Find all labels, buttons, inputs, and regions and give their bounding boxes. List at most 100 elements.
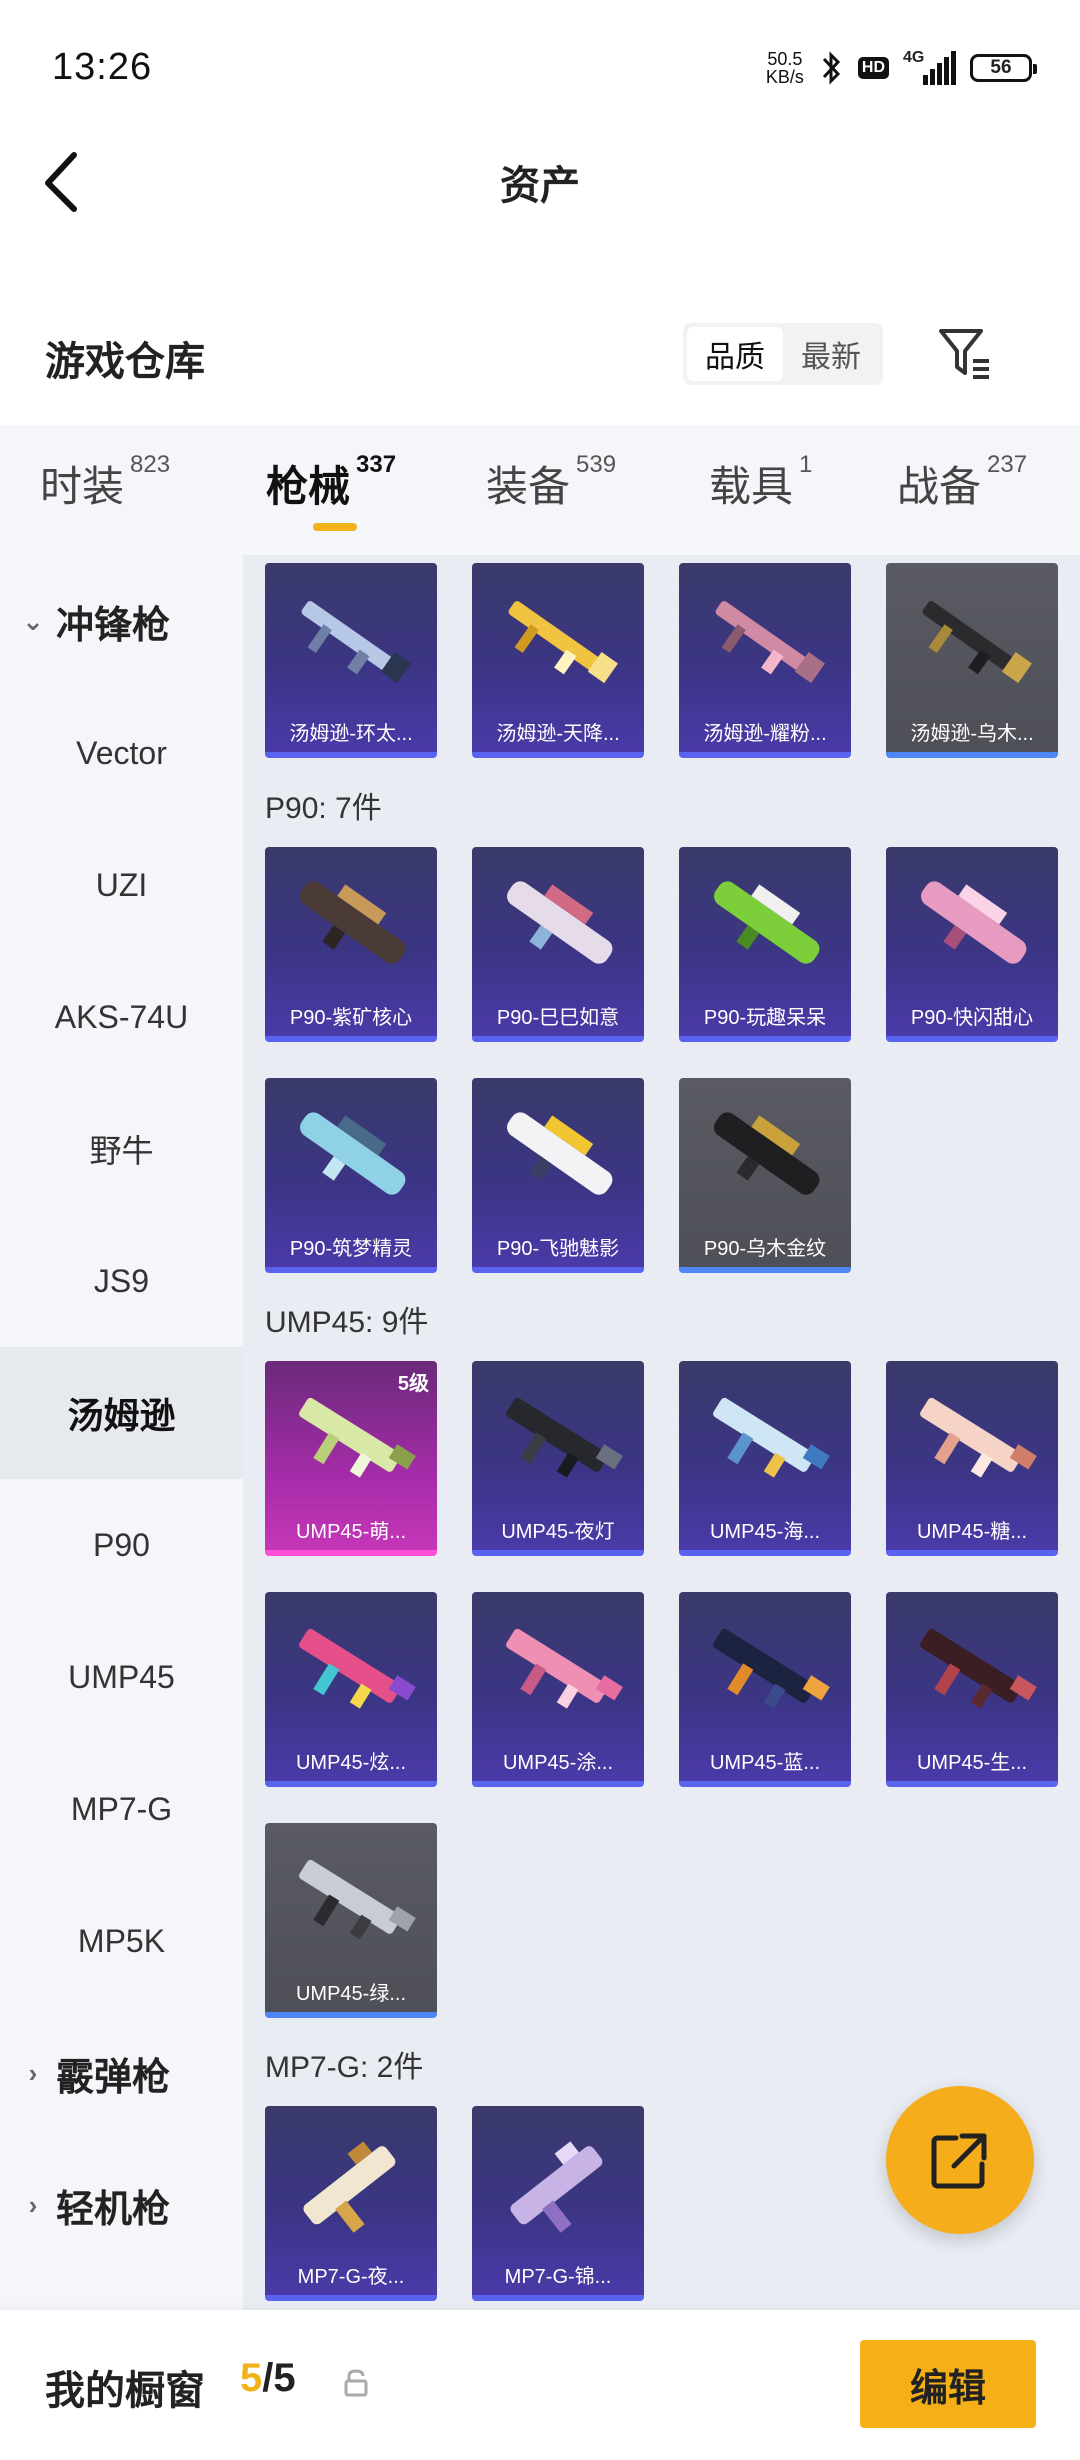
sidebar-group-label: 冲锋枪 bbox=[56, 604, 171, 647]
ump45-skin-icon bbox=[920, 1397, 1037, 1478]
skin-card-label: 汤姆逊-耀粉... bbox=[703, 723, 827, 745]
group-heading-p90: P90: 7件 bbox=[265, 792, 382, 825]
chevron-down-icon: ⌄ bbox=[22, 605, 44, 636]
skin-card[interactable]: 汤姆逊-环太... bbox=[265, 563, 437, 758]
ump45-skin-icon bbox=[920, 1628, 1037, 1709]
ump45-skin-icon bbox=[506, 1397, 623, 1478]
sidebar-item-thompson[interactable]: 汤姆逊 bbox=[0, 1347, 243, 1479]
filter-button[interactable] bbox=[935, 323, 995, 383]
skin-card[interactable]: P90-快闪甜心 bbox=[886, 847, 1058, 1042]
skin-card[interactable]: P90-紫矿核心 bbox=[265, 847, 437, 1042]
tab-count: 539 bbox=[576, 451, 617, 478]
tab-equipment[interactable]: 装备 539 bbox=[486, 451, 617, 514]
skin-card[interactable]: P90-玩趣呆呆 bbox=[679, 847, 851, 1042]
skin-card-label: P90-玩趣呆呆 bbox=[703, 1007, 827, 1029]
showcase-bar: 我的橱窗 5/5 编辑 bbox=[0, 2310, 1080, 2460]
network-type: 4G bbox=[903, 48, 925, 66]
sidebar-item-vector[interactable]: Vector bbox=[0, 687, 243, 819]
tab-label: 时装 bbox=[40, 463, 125, 510]
showcase-separator: / bbox=[262, 2356, 274, 2400]
skin-card-label: UMP45-海... bbox=[709, 1521, 821, 1543]
skin-card-label: MP7-G-夜... bbox=[297, 2266, 405, 2288]
sidebar-item-aks74u[interactable]: AKS-74U bbox=[0, 951, 243, 1083]
skin-card-label: UMP45-生... bbox=[916, 1752, 1028, 1774]
skin-card-label: P90-快闪甜心 bbox=[910, 1007, 1034, 1029]
skin-card[interactable]: 汤姆逊-耀粉... bbox=[679, 563, 851, 758]
bluetooth-icon bbox=[822, 50, 840, 85]
tab-label: 装备 bbox=[486, 463, 571, 510]
skin-card[interactable]: P90-飞驰魅影 bbox=[472, 1078, 644, 1273]
sort-quality-button[interactable]: 品质 bbox=[687, 327, 783, 381]
sidebar-item-bizon[interactable]: 野牛 bbox=[0, 1083, 243, 1215]
battery-icon: 56 bbox=[970, 53, 1037, 82]
skin-card-label: P90-筑梦精灵 bbox=[289, 1238, 413, 1260]
sidebar-item-js9[interactable]: JS9 bbox=[0, 1215, 243, 1347]
skin-card[interactable]: P90-乌木金纹 bbox=[679, 1078, 851, 1273]
mp7g-skin-icon bbox=[510, 2141, 603, 2233]
net-speed-unit: KB/s bbox=[765, 66, 804, 87]
showcase-label: 我的橱窗 bbox=[45, 2369, 205, 2413]
skin-card[interactable]: UMP45-绿... bbox=[265, 1823, 437, 2018]
header: 资产 bbox=[0, 135, 1080, 220]
skin-grid: 汤姆逊-环太... 汤姆逊-天降... 汤姆逊-耀粉... 汤姆逊-乌木... … bbox=[243, 555, 1080, 2310]
p90-skin-icon bbox=[507, 881, 613, 964]
skin-card[interactable]: P90-筑梦精灵 bbox=[265, 1078, 437, 1273]
smg-skin-icon bbox=[922, 601, 1032, 684]
sidebar-item-ump45[interactable]: UMP45 bbox=[0, 1611, 243, 1743]
skin-card-label: MP7-G-锦... bbox=[504, 2266, 612, 2288]
sidebar-item-mp5k[interactable]: MP5K bbox=[0, 1875, 243, 2007]
skin-card-label: UMP45-夜灯 bbox=[501, 1521, 615, 1543]
skin-card-label: UMP45-糖... bbox=[916, 1521, 1028, 1543]
skin-card[interactable]: UMP45-蓝... bbox=[679, 1592, 851, 1787]
tab-fashion[interactable]: 时装 823 bbox=[40, 451, 170, 514]
p90-skin-icon bbox=[921, 881, 1027, 964]
ump45-skin-icon bbox=[713, 1628, 830, 1709]
lock-icon bbox=[344, 2369, 368, 2397]
status-time: 13:26 bbox=[52, 46, 153, 88]
skin-card-label: 汤姆逊-环太... bbox=[289, 723, 413, 745]
p90-skin-icon bbox=[300, 1112, 406, 1195]
category-tabs: 时装 823 枪械 337 装备 539 载具 1 战备 237 bbox=[0, 425, 1080, 555]
tab-count: 1 bbox=[799, 451, 813, 478]
weapon-type-sidebar: ⌄ 冲锋枪 Vector UZI AKS-74U 野牛 JS9 汤姆逊 P90 … bbox=[0, 555, 243, 2310]
mp7g-skin-icon bbox=[303, 2141, 396, 2233]
filter-icon bbox=[939, 329, 989, 379]
skin-card-label: P90-紫矿核心 bbox=[289, 1007, 413, 1029]
sidebar-item-uzi[interactable]: UZI bbox=[0, 819, 243, 951]
sort-newest-button[interactable]: 最新 bbox=[783, 327, 879, 381]
sort-toggle: 品质 最新 bbox=[683, 323, 883, 385]
skin-card[interactable]: MP7-G-夜... bbox=[265, 2106, 437, 2301]
skin-card[interactable]: UMP45-糖... bbox=[886, 1361, 1058, 1556]
tab-firearms[interactable]: 枪械 337 bbox=[266, 451, 396, 514]
skin-card-label: P90-乌木金纹 bbox=[703, 1238, 827, 1260]
skin-card-label: UMP45-蓝... bbox=[709, 1752, 821, 1774]
skin-card[interactable]: UMP45-海... bbox=[679, 1361, 851, 1556]
skin-card-label: UMP45-炫... bbox=[295, 1752, 407, 1774]
skin-card-label: UMP45-涂... bbox=[502, 1752, 614, 1774]
ump45-skin-icon bbox=[506, 1628, 623, 1709]
skin-card[interactable]: MP7-G-锦... bbox=[472, 2106, 644, 2301]
skin-card[interactable]: P90-巳巳如意 bbox=[472, 847, 644, 1042]
skin-card[interactable]: UMP45-夜灯 bbox=[472, 1361, 644, 1556]
skin-card[interactable]: 汤姆逊-乌木... bbox=[886, 563, 1058, 758]
ump45-skin-icon bbox=[299, 1397, 416, 1478]
tab-vehicles[interactable]: 载具 1 bbox=[709, 451, 813, 514]
edit-button[interactable]: 编辑 bbox=[860, 2340, 1036, 2428]
skin-card[interactable]: UMP45-炫... bbox=[265, 1592, 437, 1787]
share-fab-button[interactable] bbox=[886, 2086, 1034, 2234]
status-icons: 50.5 KB/s HD 4G 56 bbox=[765, 48, 1037, 87]
tab-label: 枪械 bbox=[266, 463, 351, 510]
sidebar-item-p90[interactable]: P90 bbox=[0, 1479, 243, 1611]
page-title: 资产 bbox=[500, 164, 580, 208]
sidebar-group-smg[interactable]: ⌄ 冲锋枪 bbox=[0, 555, 243, 687]
skin-card[interactable]: UMP45-生... bbox=[886, 1592, 1058, 1787]
sidebar-item-mp7g[interactable]: MP7-G bbox=[0, 1743, 243, 1875]
tab-supplies[interactable]: 战备 237 bbox=[897, 451, 1027, 514]
chevron-right-icon: › bbox=[28, 2057, 38, 2088]
skin-card[interactable]: 5级 UMP45-萌... bbox=[265, 1361, 437, 1556]
group-heading-ump45: UMP45: 9件 bbox=[265, 1306, 429, 1339]
skin-card[interactable]: 汤姆逊-天降... bbox=[472, 563, 644, 758]
sidebar-group-lmg[interactable]: › 轻机枪 bbox=[0, 2139, 243, 2271]
skin-card[interactable]: UMP45-涂... bbox=[472, 1592, 644, 1787]
sidebar-group-shotgun[interactable]: › 霰弹枪 bbox=[0, 2007, 243, 2139]
